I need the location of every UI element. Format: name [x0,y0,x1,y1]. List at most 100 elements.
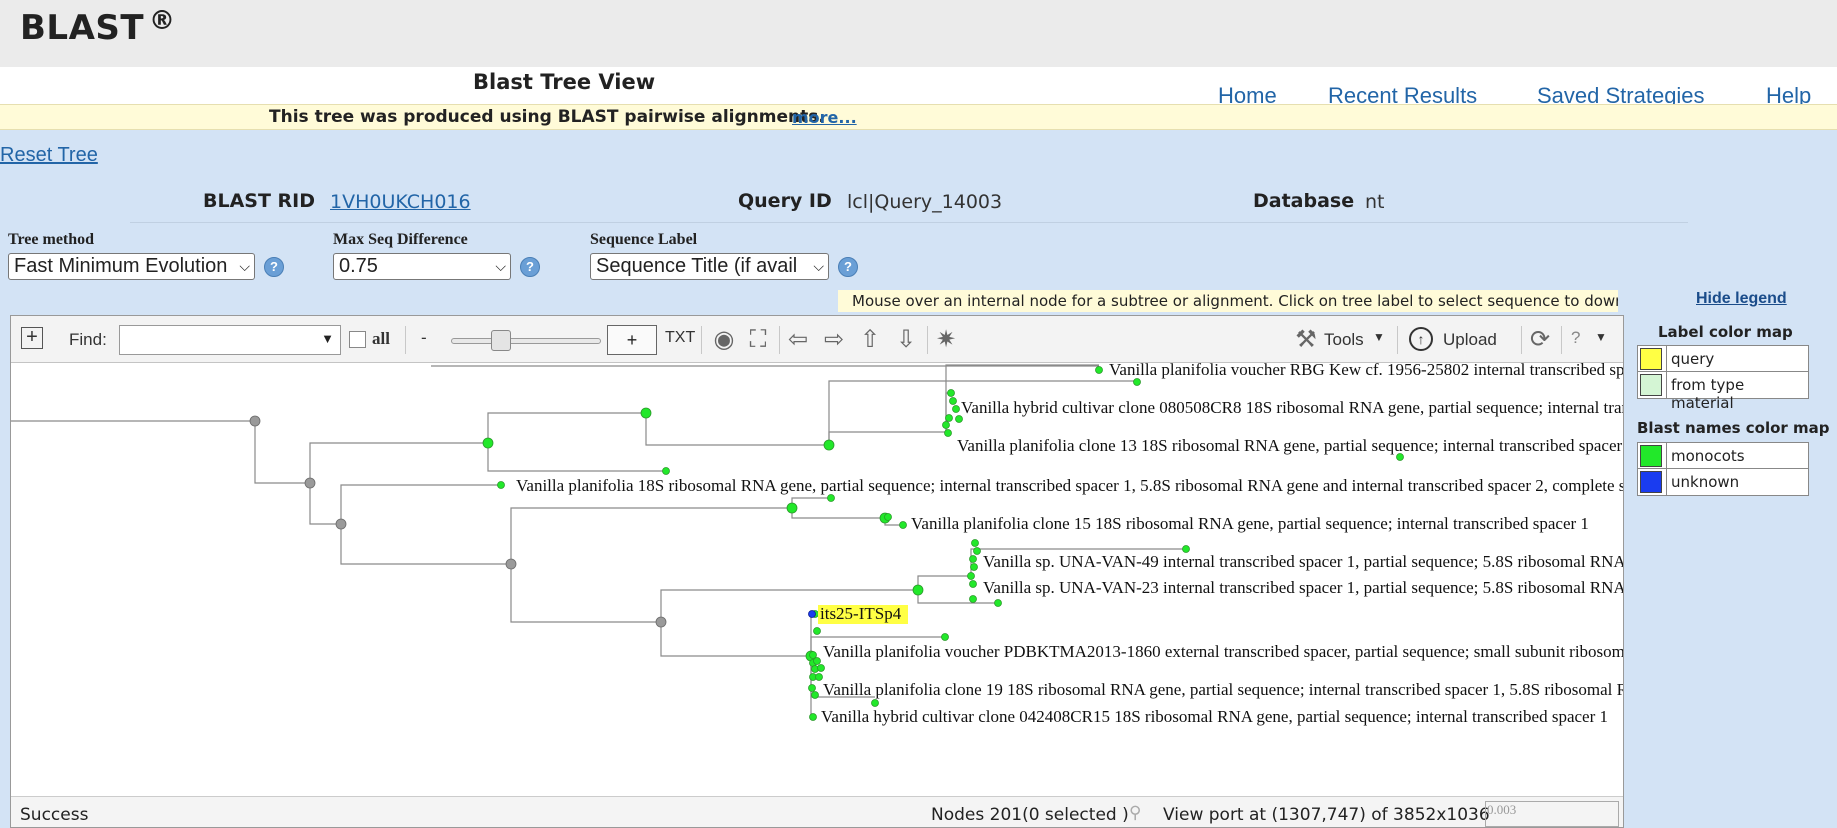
sequence-label[interactable]: Vanilla planifolia voucher PDBKTMA2013-1… [823,642,1623,661]
sequence-label-help-icon[interactable]: ? [838,257,858,277]
arrow-right-icon[interactable]: ⇨ [819,325,849,355]
chevron-down-icon[interactable]: ▼ [1373,330,1385,344]
tools-menu-button[interactable]: Tools [1324,330,1364,350]
tree-layout-icon[interactable]: ✷ [931,325,961,355]
leaf-node[interactable] [944,429,952,437]
hide-legend-link[interactable]: Hide legend [1696,290,1787,308]
leaf-node[interactable] [808,684,816,692]
find-all-checkbox[interactable] [349,331,366,348]
leaf-node[interactable] [813,627,821,635]
blast-logo[interactable]: BLAST [20,8,144,48]
magnify-icon[interactable]: ◉ [709,325,739,355]
fit-screen-icon[interactable]: ⛶ [743,325,773,355]
leaf-node[interactable] [942,421,950,429]
chevron-down-icon[interactable]: ▼ [321,331,334,346]
leaf-node[interactable] [941,633,949,641]
max-seq-diff-help-icon[interactable]: ? [520,257,540,277]
leaf-node[interactable] [973,547,981,555]
zoom-out-button[interactable]: - [421,328,427,348]
max-seq-diff-select[interactable]: 0.75 ⌵ [333,253,511,280]
zoom-slider-thumb[interactable] [491,330,511,351]
internal-node[interactable] [249,415,261,427]
label-color-map: query from type material [1637,345,1809,412]
internal-node[interactable] [304,477,316,489]
expand-icon[interactable]: + [21,327,43,349]
tree-branch [487,412,646,443]
leaf-node[interactable] [949,397,957,405]
sequence-label[interactable]: Vanilla hybrid cultivar clone 080508CR8 … [961,398,1623,417]
leaf-node[interactable] [817,664,825,672]
internal-node[interactable] [335,518,347,530]
leaf-node[interactable] [1133,378,1141,386]
chevron-down-icon[interactable]: ▼ [1595,330,1607,344]
internal-node[interactable] [505,558,517,570]
upload-button[interactable]: Upload [1443,330,1497,350]
sequence-label[interactable]: Vanilla sp. UNA-VAN-23 internal transcri… [983,578,1623,597]
sequence-label[interactable]: Vanilla planifolia clone 19 18S ribosoma… [823,680,1623,699]
leaf-node[interactable] [947,389,955,397]
sequence-label[interactable]: Vanilla planifolia voucher RBG Kew cf. 1… [1109,363,1623,379]
find-input[interactable]: ▼ [119,325,341,355]
legend-row: query [1638,346,1808,372]
unknown-swatch [1640,471,1662,493]
leaf-node[interactable] [662,467,670,475]
refresh-icon[interactable]: ⟳ [1525,325,1555,355]
zoom-in-button[interactable]: + [607,325,657,355]
toolbar-separator [1397,326,1398,354]
query-id-label: Query ID [738,190,832,212]
sequence-label[interactable]: Vanilla planifolia clone 13 18S ribosoma… [957,436,1623,455]
reset-tree-link[interactable]: Reset Tree [0,144,98,167]
zoom-slider-track[interactable] [451,338,601,344]
sequence-label-select[interactable]: Sequence Title (if available) ⌵ [590,253,829,280]
subtree-node[interactable] [786,502,798,514]
leaf-node[interactable] [969,555,977,563]
sequence-label[interactable]: Vanilla planifolia 18S ribosomal RNA gen… [516,476,1623,495]
status-text: Success [20,805,89,825]
leaf-node[interactable] [899,521,907,529]
leaf-node[interactable] [497,481,505,489]
subtree-node[interactable] [823,439,835,451]
leaf-node[interactable] [969,580,977,588]
txt-button[interactable]: TXT [665,329,695,347]
upload-icon[interactable]: ↑ [1409,327,1433,351]
arrow-left-icon[interactable]: ⇦ [783,325,813,355]
rid-value-link[interactable]: 1VH0UKCH016 [330,191,471,213]
leaf-node[interactable] [994,599,1002,607]
tree-canvas[interactable]: Vanilla planifolia voucher RBG Kew cf. 1… [11,363,1623,795]
leaf-node[interactable] [945,414,953,422]
leaf-node[interactable] [813,657,821,665]
phylogenetic-tree[interactable]: Vanilla planifolia voucher RBG Kew cf. 1… [11,363,1623,795]
tree-method-help-icon[interactable]: ? [264,257,284,277]
leaf-node[interactable] [815,673,823,681]
sequence-label[interactable]: Vanilla sp. UNA-VAN-49 internal transcri… [983,552,1623,571]
subtree-node[interactable] [912,584,924,596]
tree-method-label: Tree method [8,231,95,248]
subtree-node[interactable] [640,407,652,419]
leaf-node[interactable] [969,595,977,603]
arrow-down-icon[interactable]: ⇩ [891,325,921,355]
leaf-node[interactable] [884,513,892,521]
notice-more-link[interactable]: more... [792,108,857,127]
blast-names-color-map: monocots unknown [1637,442,1809,496]
leaf-node[interactable] [809,713,817,721]
internal-node[interactable] [655,616,667,628]
sequence-label[interactable]: Vanilla hybrid cultivar clone 042408CR15… [821,707,1608,726]
query-label[interactable]: its25-ITSp4 [820,604,902,623]
leaf-node[interactable] [971,539,979,547]
arrow-up-icon[interactable]: ⇧ [855,325,885,355]
leaf-node[interactable] [871,699,879,707]
leaf-node[interactable] [811,691,819,699]
leaf-node[interactable] [1095,366,1103,374]
sequence-label[interactable]: Vanilla planifolia clone 15 18S ribosoma… [911,514,1589,533]
tree-method-select[interactable]: Fast Minimum Evolution ⌵ [8,253,255,280]
leaf-node[interactable] [970,563,978,571]
tools-icon[interactable]: ⚒ [1291,325,1321,355]
leaf-node[interactable] [827,494,835,502]
query-node[interactable] [808,610,816,618]
leaf-node[interactable] [952,405,960,413]
help-menu-button[interactable]: ? [1571,328,1580,348]
subtree-node[interactable] [482,437,494,449]
tree-branch [487,443,666,472]
tree-branch [340,524,511,565]
leaf-node[interactable] [967,572,975,580]
